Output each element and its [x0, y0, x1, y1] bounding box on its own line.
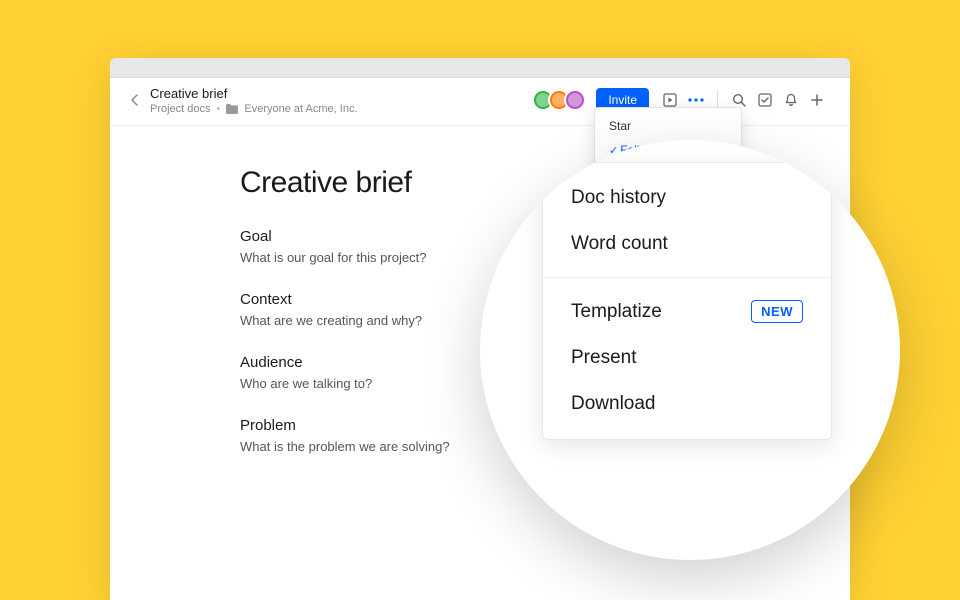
ellipsis-icon	[688, 98, 704, 102]
breadcrumb-parent[interactable]: Project docs	[150, 103, 211, 115]
tasks-button[interactable]	[754, 89, 776, 111]
menu-item-doc-history[interactable]: Doc history	[543, 175, 831, 221]
breadcrumb-share[interactable]: Everyone at Acme, Inc.	[244, 103, 357, 115]
menu-item-label: Present	[571, 347, 636, 369]
zoomed-menu: Doc history Word count Templatize NEW Pr…	[542, 162, 832, 440]
folder-icon	[226, 104, 238, 114]
menu-item-word-count[interactable]: Word count	[543, 221, 831, 267]
menu-divider	[543, 277, 831, 278]
menu-item-label: Doc history	[571, 187, 666, 209]
menu-item-download[interactable]: Download	[543, 381, 831, 427]
bell-icon	[784, 93, 798, 107]
checkbox-icon	[758, 93, 772, 107]
new-badge: NEW	[751, 300, 803, 323]
doc-title: Creative brief	[150, 86, 358, 102]
menu-item-label: Download	[571, 393, 656, 415]
menu-item-label: Templatize	[571, 301, 662, 323]
menu-item-templatize[interactable]: Templatize NEW	[543, 288, 831, 335]
plus-icon	[810, 93, 824, 107]
menu-item-present[interactable]: Present	[543, 335, 831, 381]
browser-chrome	[110, 58, 850, 78]
title-block: Creative brief Project docs • Everyone a…	[150, 86, 358, 115]
breadcrumb-separator: •	[217, 103, 221, 115]
search-icon	[732, 93, 746, 107]
chevron-left-icon	[130, 94, 140, 106]
dropdown-item-star[interactable]: Star	[595, 114, 741, 138]
breadcrumb: Project docs • Everyone at Acme, Inc.	[150, 103, 358, 115]
avatar[interactable]	[564, 89, 586, 111]
play-square-icon	[663, 93, 677, 107]
back-button[interactable]	[126, 91, 144, 109]
utility-icons	[726, 89, 830, 111]
collaborator-avatars[interactable]	[532, 89, 586, 111]
menu-item-label: Word count	[571, 233, 668, 255]
zoom-lens: Doc history Word count Templatize NEW Pr…	[480, 140, 900, 560]
notifications-button[interactable]	[780, 89, 802, 111]
new-button[interactable]	[806, 89, 828, 111]
